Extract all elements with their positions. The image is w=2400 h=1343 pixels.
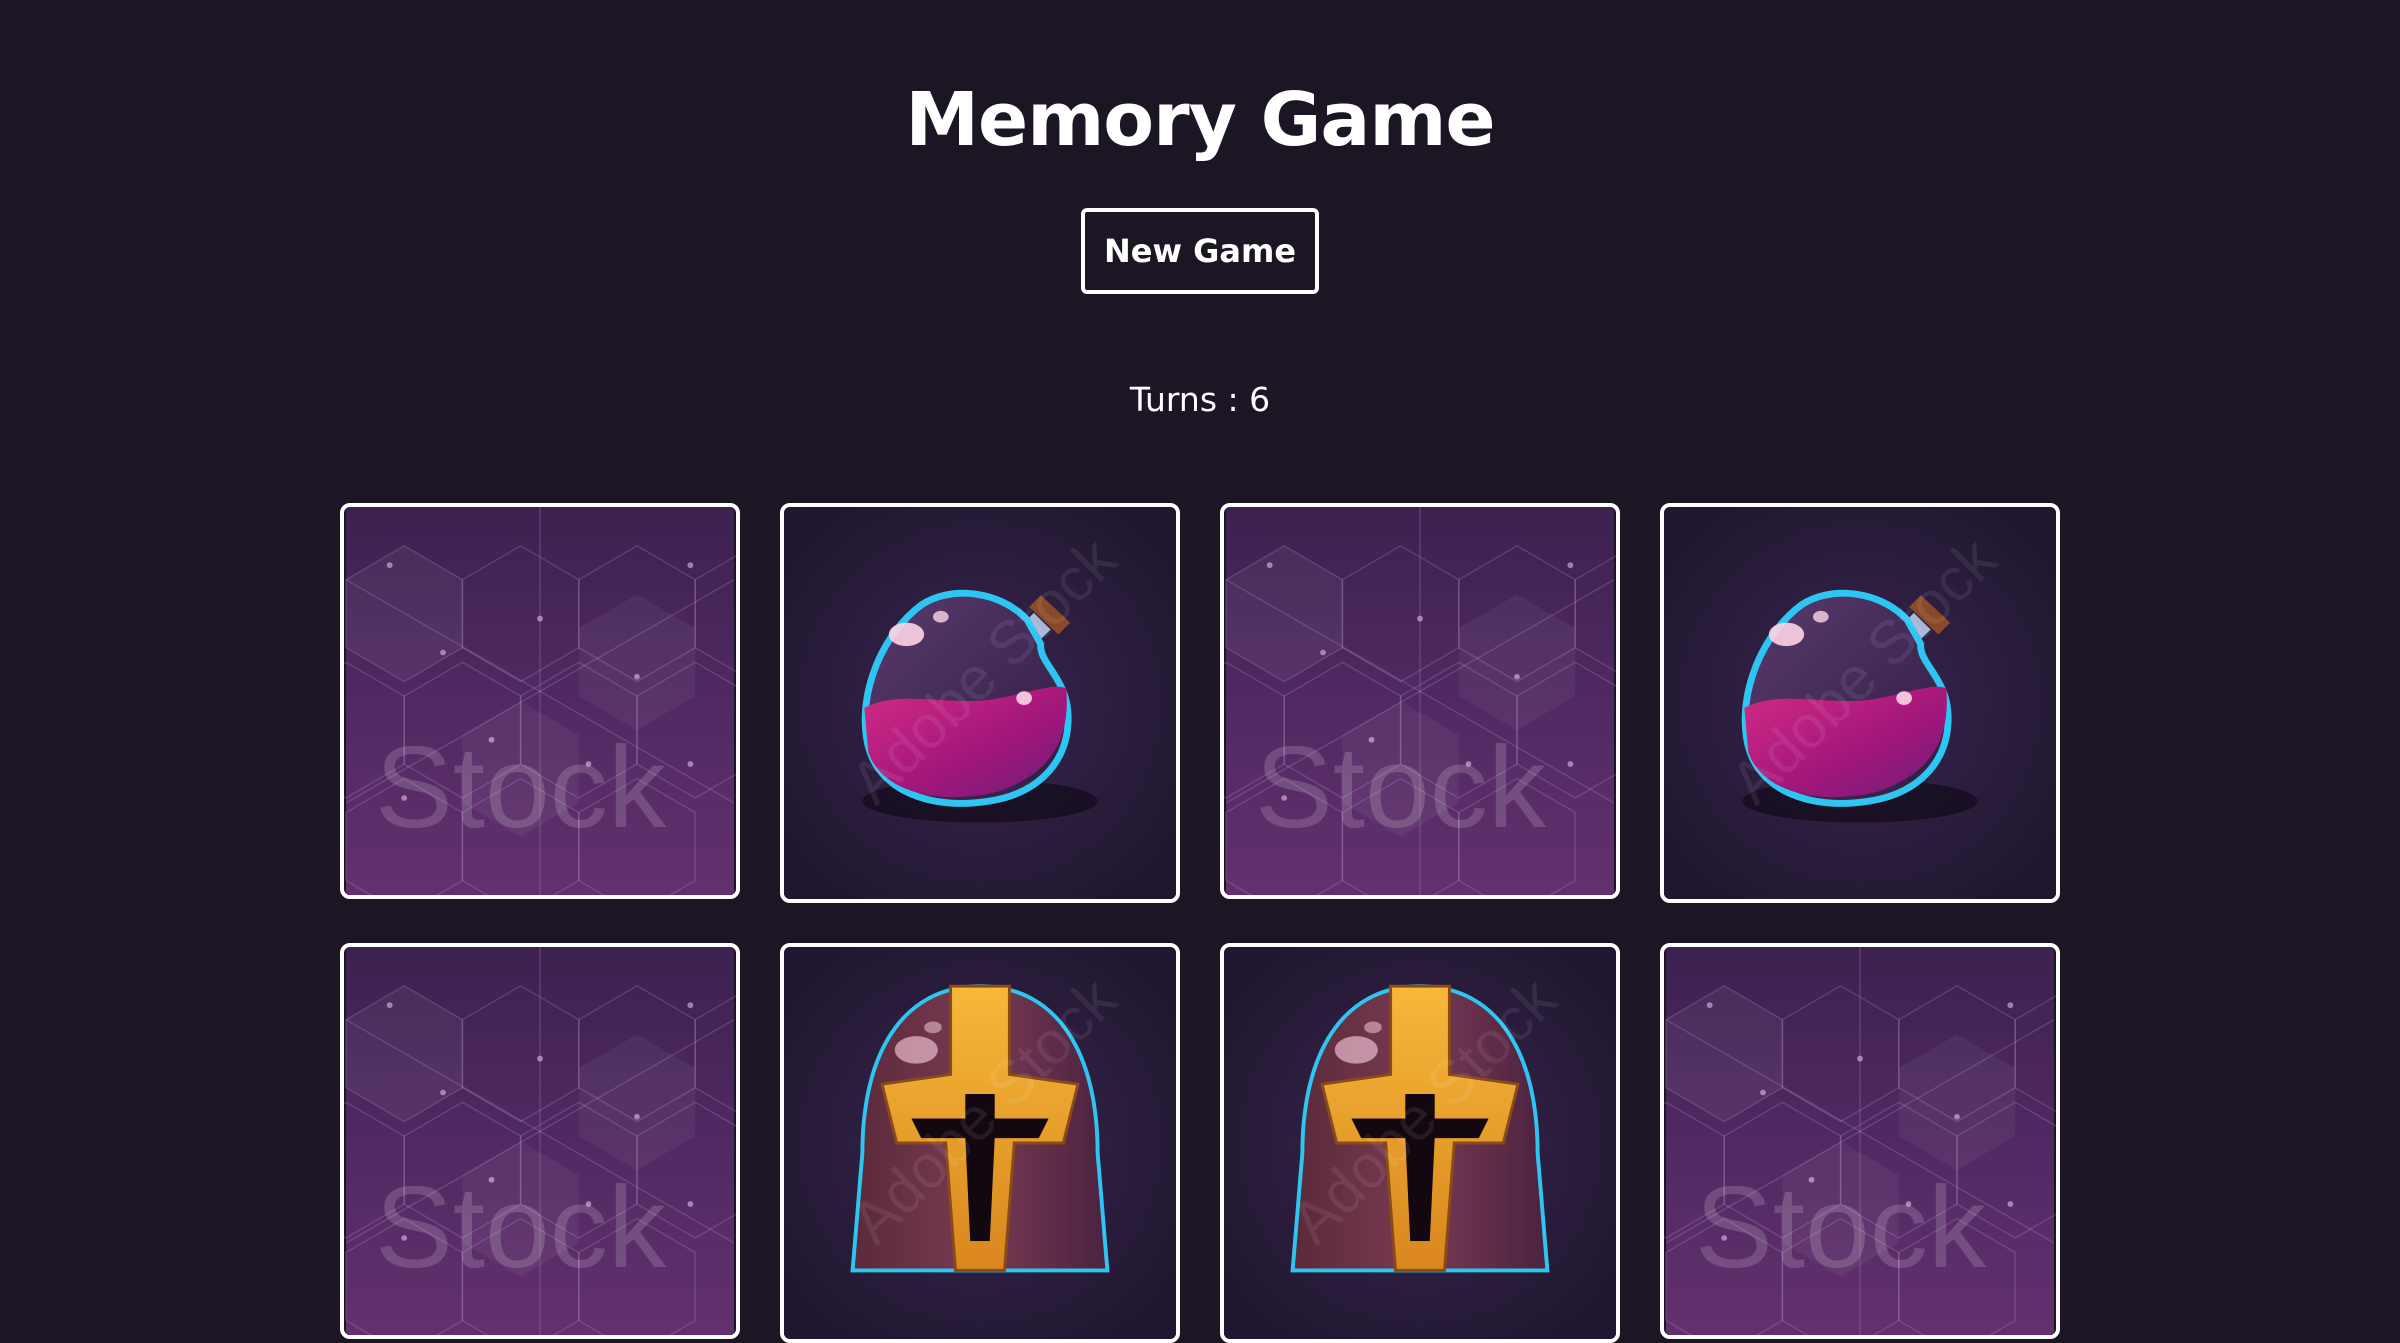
- helmet-image: Adobe Stock: [784, 947, 1176, 1339]
- new-game-button[interactable]: New Game: [1081, 208, 1319, 294]
- card-5[interactable]: Stock: [340, 943, 740, 1339]
- card-back-image: Stock: [1664, 947, 2056, 1335]
- card-8[interactable]: Stock: [1660, 943, 2060, 1339]
- watermark-text: Stock: [1255, 722, 1547, 852]
- page-title: Memory Game: [905, 77, 1495, 163]
- helmet-image: Adobe Stock: [1224, 947, 1616, 1339]
- potion-image: Adobe Stock: [1664, 507, 2056, 899]
- potion-image: Adobe Stock: [784, 507, 1176, 899]
- card-2[interactable]: Adobe Stock: [780, 503, 1180, 903]
- turns-counter: Turns : 6: [1129, 380, 1271, 419]
- card-7[interactable]: Adobe Stock: [1220, 943, 1620, 1343]
- card-back-image: Stock: [344, 507, 736, 895]
- watermark-text: Stock: [375, 722, 667, 852]
- card-back-image: Stock: [344, 947, 736, 1335]
- watermark-text: Stock: [1695, 1162, 1987, 1292]
- card-1[interactable]: Stock: [340, 503, 740, 899]
- card-3[interactable]: Stock: [1220, 503, 1620, 899]
- card-back-image: Stock: [1224, 507, 1616, 895]
- card-6[interactable]: Adobe Stock: [780, 943, 1180, 1343]
- watermark-text: Stock: [375, 1162, 667, 1292]
- card-grid: Stock Adobe Stock Stock Adobe Stock Stoc…: [340, 503, 2060, 1343]
- card-4[interactable]: Adobe Stock: [1660, 503, 2060, 903]
